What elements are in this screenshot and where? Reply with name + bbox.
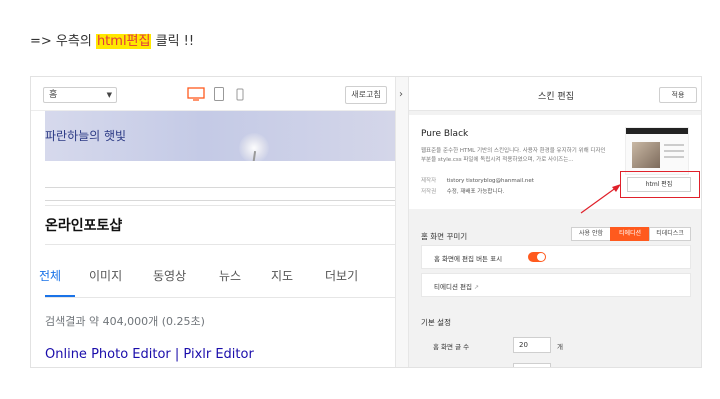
tab-more[interactable]: 더보기 (325, 267, 358, 297)
tab-images[interactable]: 이미지 (89, 267, 122, 297)
tabs-divider (45, 297, 395, 298)
instruction-text: => 우측의 html편집 클릭 !! (30, 30, 194, 49)
blog-banner: 파란하늘의 햇빛 (45, 111, 395, 161)
refresh-button[interactable]: 새로고침 (345, 86, 387, 104)
thumbnail-line (664, 150, 684, 152)
thumbnail-line (664, 144, 684, 146)
segment-tiara[interactable]: 티에디션 (610, 227, 650, 241)
instruction-highlight: html편집 (95, 34, 152, 49)
skin-edit-panel: 스킨 편집 적용 Pure Black 웹표준을 준수한 HTML 기반의 스킨… (409, 77, 701, 367)
thumbnail-header (626, 128, 688, 134)
skin-license-key: 저작권 (421, 189, 437, 195)
basic-section-label: 기본 설정 (421, 318, 451, 327)
post-count-label: 홈 화면 글 수 (433, 343, 470, 351)
skin-author: 제작자 tistory tistoryblog@hanmail.net (421, 176, 534, 184)
skin-license: 저작권 수정, 재배포 가능합니다. (421, 187, 504, 195)
segment-none[interactable]: 사용 안함 (571, 227, 611, 241)
external-link-icon: ↗ (473, 284, 479, 291)
result-stats: 검색결과 약 404,000개 (0.25초) (45, 315, 205, 328)
panel-header: 스킨 편집 적용 (409, 77, 701, 111)
tab-news[interactable]: 뉴스 (219, 267, 241, 297)
post-count-input[interactable]: 20 (513, 337, 551, 353)
next-input[interactable] (513, 363, 551, 367)
skin-description: 웹표준을 준수한 HTML 기반의 스킨입니다. 사용자 환경을 유지하기 위해… (421, 148, 606, 163)
site-name: 온라인포토샵 (45, 205, 395, 245)
result-title-link[interactable]: Online Photo Editor | Pixlr Editor (45, 347, 254, 362)
skin-author-key: 제작자 (421, 178, 437, 184)
caret-down-icon: ▼ (106, 91, 112, 99)
tab-maps[interactable]: 지도 (271, 267, 293, 297)
skin-author-value: tistory tistoryblog@hanmail.net (446, 178, 534, 184)
skin-name: Pure Black (421, 129, 469, 139)
blog-title: 파란하늘의 햇빛 (45, 129, 127, 143)
home-select-value: 홈 (49, 90, 58, 100)
html-edit-button[interactable]: html 편집 (627, 177, 691, 192)
tiara-edit-row[interactable]: 티에디션 편집 ↗ (421, 273, 691, 297)
instruction-prefix: => 우측의 (30, 34, 96, 49)
annotation-arrow (580, 184, 621, 214)
home-select[interactable]: 홈 ▼ (43, 87, 117, 103)
skin-license-value: 수정, 재배포 가능합니다. (446, 189, 505, 195)
collapse-handle[interactable]: › (395, 77, 409, 367)
skin-thumbnail (625, 127, 689, 175)
thumbnail-line (664, 156, 684, 158)
home-section-label: 홈 화면 꾸미기 (421, 232, 468, 241)
tab-all[interactable]: 전체 (39, 267, 61, 297)
edit-button-toggle[interactable] (528, 252, 546, 262)
instruction-suffix: 클릭 !! (151, 34, 195, 49)
search-bar[interactable] (45, 187, 395, 201)
post-count-row: 홈 화면 글 수 20 개 (421, 333, 691, 359)
tiara-edit-row-label: 티에디션 편집 ↗ (434, 281, 479, 291)
segment-tidisk[interactable]: 티데디스크 (649, 227, 691, 241)
thumbnail-image (632, 142, 660, 168)
edit-button-row-label: 홈 화면에 편집 버튼 표시 (434, 255, 503, 263)
screenshot-frame: 홈 ▼ 새로고침 파란하늘의 햇빛 온라인포토샵 전체 이미지 동영상 뉴스 지… (30, 76, 702, 368)
tiara-edit-label: 티에디션 편집 (434, 283, 472, 291)
preview-pane: 홈 ▼ 새로고침 파란하늘의 햇빛 온라인포토샵 전체 이미지 동영상 뉴스 지… (31, 77, 395, 367)
mobile-icon[interactable] (235, 87, 245, 101)
edit-button-row: 홈 화면에 편집 버튼 표시 (421, 245, 691, 269)
tablet-icon[interactable] (213, 87, 225, 101)
chevron-right-icon: › (399, 89, 403, 100)
apply-button[interactable]: 적용 (659, 87, 697, 103)
post-count-unit: 개 (557, 343, 563, 351)
search-tabs: 전체 이미지 동영상 뉴스 지도 더보기 (39, 267, 395, 298)
preview-toolbar: 홈 ▼ 새로고침 (31, 77, 395, 111)
desktop-icon[interactable] (187, 87, 205, 101)
tab-videos[interactable]: 동영상 (153, 267, 186, 297)
